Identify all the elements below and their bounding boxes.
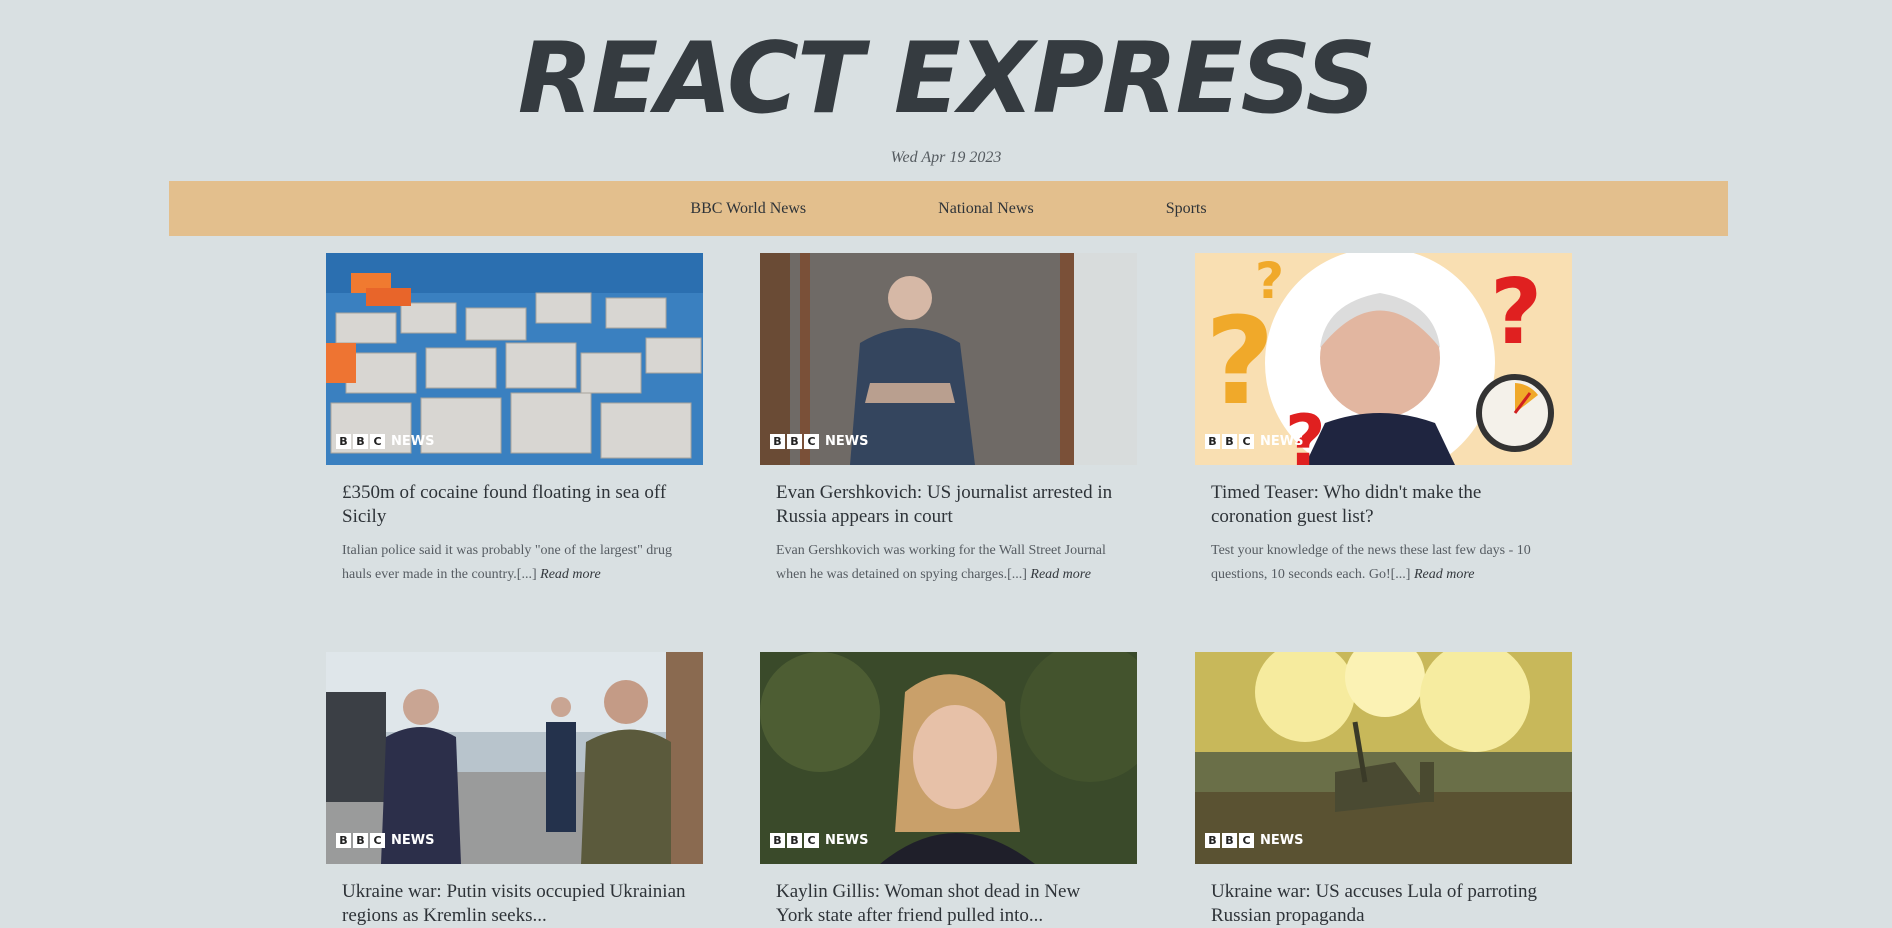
read-more-link[interactable]: Read more xyxy=(1414,567,1475,582)
site-title: REACT EXPRESS xyxy=(517,22,1377,136)
news-card: B B C NEWS Evan Gershkovich: US journalist … xyxy=(760,253,1137,587)
article-summary: Test your knowledge of the news these la… xyxy=(1211,543,1531,582)
article-image[interactable]: B B C NEWS xyxy=(760,253,1137,465)
bbc-news-logo: B B C NEWS xyxy=(770,434,868,449)
svg-text:?: ? xyxy=(1285,400,1326,465)
nav-sports[interactable]: Sports xyxy=(1166,200,1207,218)
news-card: B B C NEWS Ukraine war: US accuses Lula of … xyxy=(1195,652,1572,928)
bbc-news-logo: B B C NEWS xyxy=(1205,434,1303,449)
article-image[interactable]: B B C NEWS xyxy=(326,652,703,864)
article-title[interactable]: Kaylin Gillis: Woman shot dead in New Yo… xyxy=(776,880,1121,928)
svg-text:?: ? xyxy=(1205,293,1275,432)
article-summary: Italian police said it was probably "one… xyxy=(342,543,672,582)
article-image[interactable]: B B C NEWS xyxy=(1195,652,1572,864)
article-title[interactable]: Evan Gershkovich: US journalist arrested… xyxy=(776,481,1121,529)
article-summary: Evan Gershkovich was working for the Wal… xyxy=(776,543,1106,582)
news-card: B B C NEWS Ukraine war: Putin visits occupi… xyxy=(326,652,703,928)
svg-text:?: ? xyxy=(1255,253,1284,310)
read-more-link[interactable]: Read more xyxy=(1030,567,1091,582)
svg-text:?: ? xyxy=(1490,260,1542,365)
nav-bbc-world-news[interactable]: BBC World News xyxy=(690,200,806,218)
bbc-news-logo: B B C NEWS xyxy=(336,434,434,449)
news-card: B B C NEWS Kaylin Gillis: Woman shot dead i… xyxy=(760,652,1137,928)
read-more-link[interactable]: Read more xyxy=(540,567,601,582)
date-line: Wed Apr 19 2023 xyxy=(890,149,1002,166)
bbc-news-logo: B B C NEWS xyxy=(1205,833,1303,848)
article-title[interactable]: Timed Teaser: Who didn't make the corona… xyxy=(1211,481,1556,529)
nav-bar: BBC World News National News Sports xyxy=(169,181,1728,236)
bbc-news-logo: B B C NEWS xyxy=(770,833,868,848)
article-title[interactable]: Ukraine war: US accuses Lula of parrotin… xyxy=(1211,880,1556,928)
article-image[interactable]: B B C NEWS xyxy=(760,652,1137,864)
nav-national-news[interactable]: National News xyxy=(938,200,1034,218)
article-image[interactable]: B B C NEWS xyxy=(326,253,703,465)
article-title[interactable]: £350m of cocaine found floating in sea o… xyxy=(342,481,687,529)
bbc-news-logo: B B C NEWS xyxy=(336,833,434,848)
news-card: B B C NEWS £350m of cocaine found floating … xyxy=(326,253,703,587)
news-card: ? ? ? ? B B C NEWS Timed Teaser: Who didn't… xyxy=(1195,253,1572,587)
article-image[interactable]: ? ? ? ? B B C NEWS xyxy=(1195,253,1572,465)
article-title[interactable]: Ukraine war: Putin visits occupied Ukrai… xyxy=(342,880,687,928)
